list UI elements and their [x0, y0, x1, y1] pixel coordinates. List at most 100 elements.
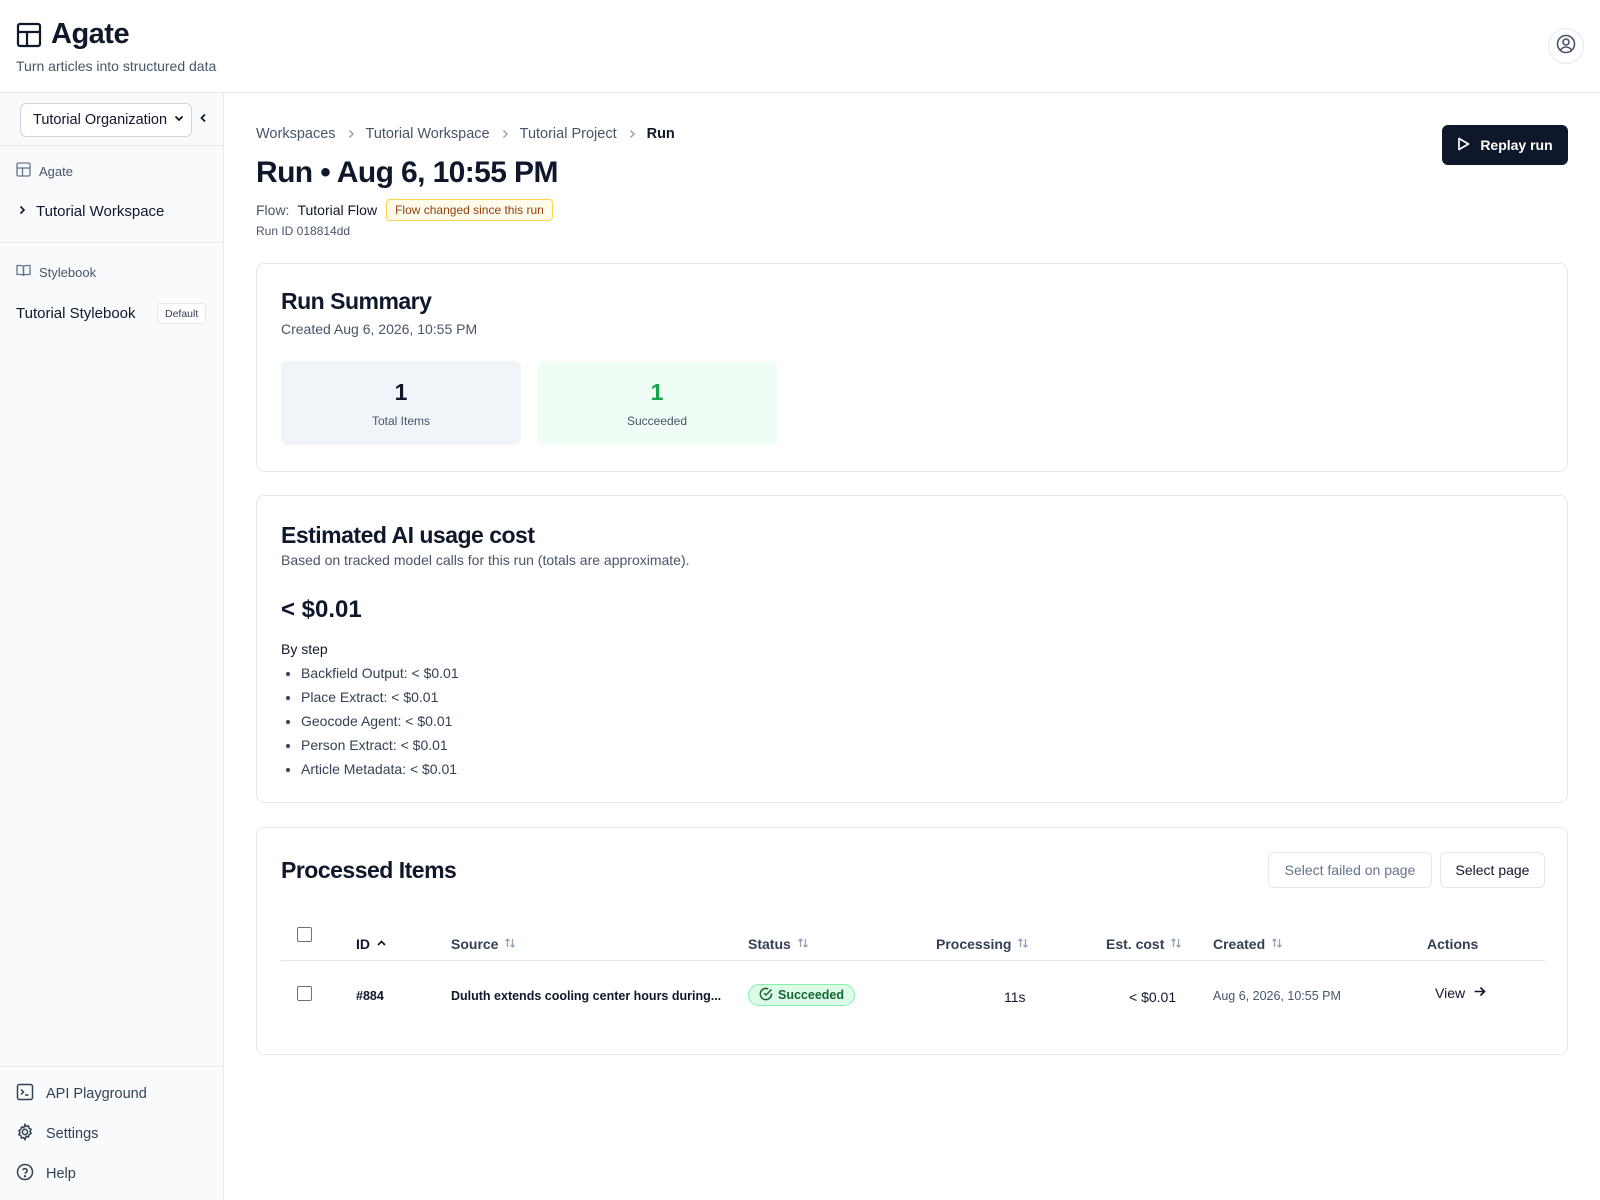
arrow-right-icon: [1465, 985, 1486, 1001]
brand: Agate: [16, 18, 130, 51]
breadcrumb-workspaces[interactable]: Workspaces: [256, 126, 336, 142]
sort-icon: [498, 936, 516, 952]
sidebar-section-stylebook: Stylebook: [16, 263, 96, 281]
terminal-icon: [16, 1083, 46, 1105]
row-checkbox[interactable]: [297, 986, 312, 1001]
sidebar-item-api-playground[interactable]: API Playground: [16, 1083, 147, 1105]
table-divider: [281, 960, 1545, 961]
stat-value: 1: [394, 379, 408, 405]
sidebar-item-label: Tutorial Stylebook: [16, 305, 136, 322]
item-source[interactable]: Duluth extends cooling center hours duri…: [451, 989, 721, 1003]
column-label: ID: [356, 936, 370, 952]
chevron-up-icon: [370, 936, 387, 952]
view-label: View: [1435, 985, 1466, 1001]
column-label: Created: [1213, 936, 1266, 952]
column-header-actions: Actions: [1427, 936, 1479, 952]
sidebar-item-help[interactable]: Help: [16, 1163, 76, 1185]
layout-icon: [16, 22, 42, 48]
sidebar-item-settings[interactable]: Settings: [16, 1122, 99, 1145]
run-summary-card: Run Summary Created Aug 6, 2026, 10:55 P…: [256, 263, 1568, 472]
processed-items-card: Processed Items Select failed on page Se…: [256, 827, 1568, 1055]
card-subtitle: Based on tracked model calls for this ru…: [281, 552, 690, 568]
sort-icon: [1011, 936, 1029, 952]
chevron-left-icon: [197, 111, 209, 129]
select-failed-button[interactable]: Select failed on page: [1268, 852, 1432, 888]
card-title: Run Summary: [281, 288, 432, 314]
stat-total-items: 1 Total Items: [281, 361, 521, 445]
column-header-est-cost[interactable]: Est. cost: [1106, 936, 1182, 952]
column-label: Source: [451, 936, 499, 952]
org-row: Tutorial Organization: [20, 103, 210, 137]
column-header-id[interactable]: ID: [356, 936, 387, 952]
sidebar-item-tutorial-workspace[interactable]: Tutorial Workspace: [16, 203, 164, 220]
flow-label: Flow:: [256, 202, 290, 218]
flow-link[interactable]: Tutorial Flow: [297, 202, 377, 218]
status-label: Succeeded: [778, 988, 845, 1002]
list-item: Article Metadata: < $0.01: [301, 757, 459, 781]
breadcrumb-workspace[interactable]: Tutorial Workspace: [366, 126, 490, 142]
sidebar-item-label: Settings: [46, 1126, 99, 1142]
column-header-processing[interactable]: Processing: [936, 936, 1029, 952]
item-est-cost: < $0.01: [1129, 989, 1177, 1005]
sidebar-item-label: Help: [46, 1166, 76, 1182]
flow-row: Flow: Tutorial Flow Flow changed since t…: [256, 199, 553, 221]
stat-label: Succeeded: [626, 414, 688, 428]
card-title: Estimated AI usage cost: [281, 522, 535, 548]
list-item: Backfield Output: < $0.01: [301, 661, 459, 685]
chevron-right-icon: [500, 129, 510, 139]
user-menu-button[interactable]: [1548, 28, 1584, 64]
item-id[interactable]: #884: [356, 989, 384, 1003]
sidebar-item-label: API Playground: [46, 1086, 147, 1102]
cost-total: < $0.01: [281, 596, 362, 623]
stat-label: Total Items: [371, 414, 431, 428]
gear-icon: [16, 1122, 46, 1145]
flow-changed-badge: Flow changed since this run: [386, 199, 553, 221]
sort-icon: [791, 936, 809, 952]
chevron-down-icon: [173, 112, 185, 128]
view-item-link[interactable]: View: [1435, 985, 1486, 1001]
replay-run-label: Replay run: [1480, 137, 1553, 153]
status-badge: Succeeded: [748, 984, 856, 1006]
sidebar-divider: [0, 145, 224, 146]
sort-icon: [1265, 936, 1283, 952]
by-step-label: By step: [281, 641, 328, 657]
stat-value: 1: [650, 379, 664, 405]
org-select[interactable]: Tutorial Organization: [20, 103, 192, 137]
select-all-checkbox[interactable]: [297, 927, 312, 942]
default-badge: Default: [157, 303, 207, 324]
user-circle-icon: [1556, 34, 1576, 59]
book-open-icon: [16, 263, 39, 281]
card-subtitle: Created Aug 6, 2026, 10:55 PM: [281, 321, 478, 337]
column-label: Status: [748, 936, 791, 952]
select-page-button[interactable]: Select page: [1440, 852, 1545, 888]
chevron-right-icon: [627, 129, 637, 139]
sidebar-item-tutorial-stylebook[interactable]: Tutorial Stylebook: [16, 305, 136, 322]
sidebar-section-label: Stylebook: [39, 264, 97, 280]
column-header-source[interactable]: Source: [451, 936, 516, 952]
ai-cost-card: Estimated AI usage cost Based on tracked…: [256, 495, 1568, 803]
org-select-value: Tutorial Organization: [33, 112, 168, 128]
list-item: Geocode Agent: < $0.01: [301, 709, 459, 733]
stat-succeeded: 1 Succeeded: [537, 361, 777, 445]
sidebar: Tutorial Organization Agate Tutorial Wor…: [0, 93, 224, 1200]
replay-run-button[interactable]: Replay run: [1442, 125, 1568, 165]
column-label: Processing: [936, 936, 1012, 952]
column-header-created[interactable]: Created: [1213, 936, 1283, 952]
item-processing-time: 11s: [1004, 989, 1026, 1005]
top-header: Agate Turn articles into structured data: [0, 0, 1600, 93]
sort-icon: [1164, 936, 1182, 952]
page-title: Run • Aug 6, 10:55 PM: [256, 156, 558, 189]
app-title: Agate: [51, 18, 130, 50]
column-header-status[interactable]: Status: [748, 936, 809, 952]
chevron-right-icon: [346, 129, 356, 139]
check-circle-icon: [759, 987, 778, 1004]
play-icon: [1457, 137, 1480, 154]
breadcrumb: Workspaces Tutorial Workspace Tutorial P…: [256, 126, 675, 142]
card-title: Processed Items: [281, 857, 457, 883]
step-cost-list: Backfield Output: < $0.01 Place Extract:…: [301, 661, 459, 781]
collapse-sidebar-button[interactable]: [196, 113, 210, 127]
chevron-right-icon: [16, 203, 36, 220]
list-item: Place Extract: < $0.01: [301, 685, 459, 709]
breadcrumb-project[interactable]: Tutorial Project: [520, 126, 617, 142]
sidebar-section-agate: Agate: [16, 162, 73, 180]
